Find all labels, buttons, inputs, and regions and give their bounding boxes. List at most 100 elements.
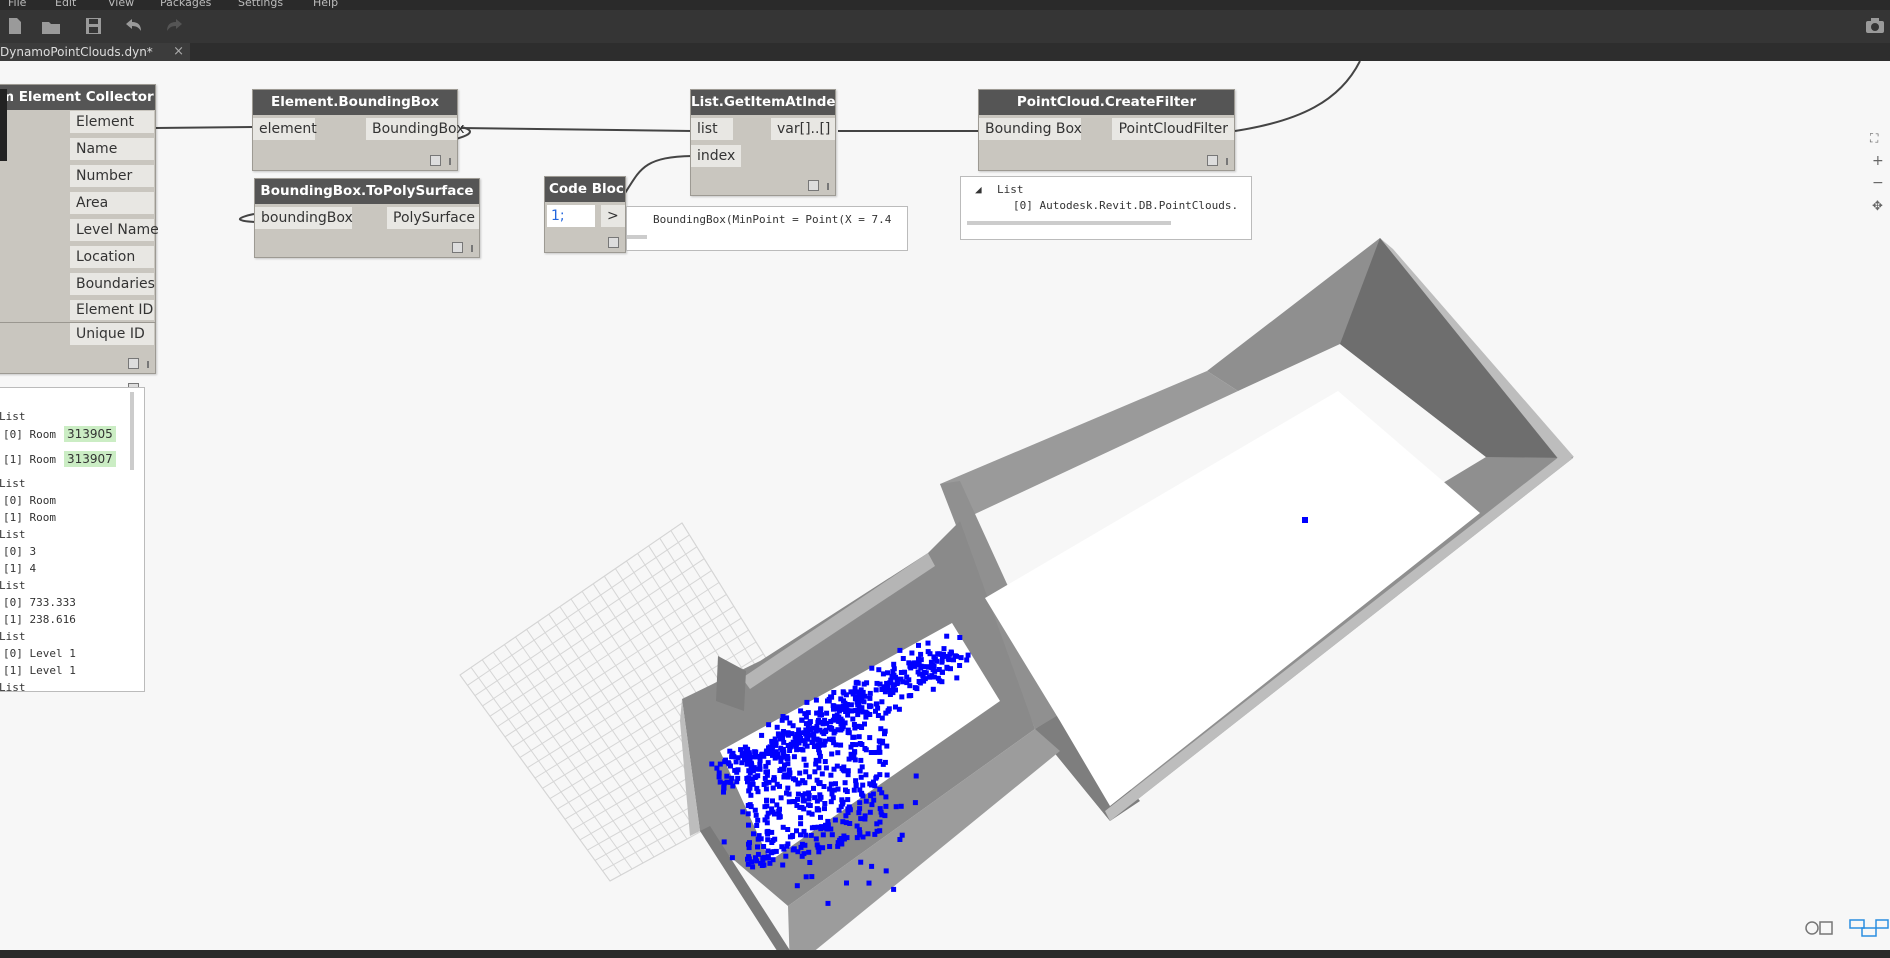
- point-cloud-point: [785, 761, 791, 767]
- node-room-element-collector[interactable]: Room Element Collector Element Name Numb…: [0, 84, 159, 394]
- new-file-icon[interactable]: [4, 15, 26, 37]
- point-cloud-point: [948, 649, 954, 655]
- output-port-code[interactable]: >: [601, 205, 625, 227]
- close-tab-icon[interactable]: ×: [173, 43, 184, 61]
- point-cloud-point: [814, 842, 820, 848]
- graph-view-icon[interactable]: [1849, 919, 1889, 937]
- point-cloud-point: [750, 864, 756, 870]
- preview-getitem[interactable]: BoundingBox(MinPoint = Point(X = 7.4: [626, 206, 908, 251]
- point-cloud-point: [913, 773, 919, 779]
- node-element-boundingbox[interactable]: Element.BoundingBox element BoundingBox: [252, 89, 464, 171]
- point-cloud-point: [863, 772, 869, 778]
- input-port-element[interactable]: element: [253, 118, 317, 140]
- input-port-boundingbox[interactable]: boundingBox: [255, 207, 353, 229]
- element-id-badge[interactable]: 313905: [63, 426, 116, 442]
- point-cloud-point: [784, 715, 790, 721]
- point-cloud-point: [964, 657, 970, 663]
- code-block-editor[interactable]: 1;: [547, 205, 595, 227]
- point-cloud-point: [766, 745, 771, 751]
- menu-settings[interactable]: Settings: [238, 0, 283, 9]
- point-cloud-point: [754, 823, 760, 828]
- point-cloud-point: [897, 647, 903, 653]
- point-cloud-point: [757, 766, 763, 772]
- output-port-area[interactable]: Area: [70, 192, 154, 214]
- point-cloud-point: [876, 667, 882, 673]
- node-code-block[interactable]: Code Block 1; >: [544, 176, 626, 253]
- preview-scrollbar[interactable]: [967, 221, 1171, 225]
- output-port-number[interactable]: Number: [70, 165, 154, 187]
- output-port-var[interactable]: var[]..[]: [771, 118, 835, 140]
- element-id-badge[interactable]: 313907: [63, 451, 116, 467]
- point-cloud-point: [714, 765, 720, 771]
- node-pointcloud-createfilter[interactable]: PointCloud.CreateFilter Bounding Box Poi…: [978, 89, 1235, 171]
- menu-help[interactable]: Help: [313, 0, 338, 9]
- menu-file[interactable]: File: [8, 0, 26, 9]
- point-cloud-point: [780, 862, 786, 868]
- open-file-icon[interactable]: [40, 15, 62, 37]
- input-port-bounding-box[interactable]: Bounding Box: [979, 118, 1082, 140]
- output-port-boundaries[interactable]: Boundaries: [70, 273, 155, 295]
- output-port-location[interactable]: Location: [70, 246, 154, 268]
- output-port-element-id[interactable]: Element ID: [70, 300, 154, 320]
- point-cloud-point: [817, 738, 823, 744]
- point-cloud-point: [888, 688, 894, 693]
- zoom-out-icon[interactable]: −: [1872, 175, 1884, 191]
- undo-icon[interactable]: [122, 15, 144, 37]
- zoom-in-icon[interactable]: +: [1872, 153, 1884, 169]
- output-port-element[interactable]: Element: [70, 111, 154, 133]
- point-cloud-point: [862, 746, 868, 751]
- save-icon[interactable]: [82, 15, 104, 37]
- point-cloud-point: [764, 798, 769, 803]
- preview-tree-toggle-icon[interactable]: ◢: [975, 183, 982, 196]
- point-cloud-point: [833, 742, 839, 748]
- point-cloud-point: [811, 824, 817, 830]
- output-port-unique-id[interactable]: Unique ID: [70, 323, 154, 345]
- point-cloud-point: [780, 824, 786, 830]
- node-title: Code Block: [545, 177, 625, 202]
- node-boundingbox-topolysurface[interactable]: BoundingBox.ToPolySurface boundingBox Po…: [254, 178, 480, 258]
- preview-line-text: [0] Room: [3, 428, 56, 441]
- point-cloud-point: [735, 755, 741, 761]
- point-cloud-point: [879, 699, 885, 705]
- node-state-icon: [128, 358, 139, 369]
- preview-createfilter[interactable]: ◢ List [0] Autodesk.Revit.DB.PointClouds…: [960, 176, 1252, 240]
- preview-room-collector[interactable]: List [0] Room 313905 [1] Room 313907 List [0] …: [0, 387, 145, 694]
- tab-dynamo-point-clouds[interactable]: DynamoPointClouds.dyn* ×: [0, 43, 190, 61]
- preview-line: [1] Room: [3, 511, 56, 524]
- input-port-list[interactable]: list: [691, 118, 733, 140]
- workspace-canvas[interactable]: Room Element Collector Element Name Numb…: [0, 61, 1890, 950]
- point-cloud-point: [761, 782, 767, 787]
- pan-icon[interactable]: ✥: [1872, 199, 1883, 214]
- node-title: PointCloud.CreateFilter: [979, 90, 1234, 115]
- point-cloud-point: [786, 767, 792, 773]
- point-cloud-point: [918, 651, 924, 657]
- point-cloud-point: [795, 791, 801, 797]
- preview-line: List: [0, 477, 26, 490]
- point-cloud-point: [838, 804, 844, 810]
- preview-line-text: [0] Room: [3, 494, 56, 507]
- output-port-polysurface[interactable]: PolySurface: [387, 207, 479, 229]
- zoom-fit-icon[interactable]: ⛶: [1870, 131, 1878, 146]
- point-cloud-point: [865, 831, 871, 837]
- node-list-getitematindex[interactable]: List.GetItemAtIndex list index var[]..[]: [690, 89, 836, 196]
- output-port-name[interactable]: Name: [70, 138, 154, 160]
- output-port-pointcloudfilter[interactable]: PointCloudFilter: [1112, 118, 1234, 140]
- point-cloud-point: [850, 691, 856, 697]
- point-cloud-point: [873, 687, 879, 693]
- preview-scrollbar[interactable]: [627, 235, 647, 239]
- redo-icon[interactable]: [164, 15, 186, 37]
- point-cloud-point: [783, 853, 789, 859]
- output-port-boundingbox[interactable]: BoundingBox: [366, 118, 464, 140]
- preview-scrollbar[interactable]: [130, 392, 134, 470]
- collector-side-handle[interactable]: [0, 89, 7, 161]
- camera-icon[interactable]: [1864, 15, 1886, 37]
- point-cloud-point: [740, 753, 746, 759]
- menu-edit[interactable]: Edit: [55, 0, 76, 9]
- menu-packages[interactable]: Packages: [160, 0, 211, 9]
- menu-view[interactable]: View: [108, 0, 134, 9]
- output-port-level-name[interactable]: Level Name: [70, 219, 159, 241]
- point-cloud-point: [897, 837, 903, 842]
- point-cloud-point: [799, 805, 805, 810]
- input-port-index[interactable]: index: [691, 145, 741, 167]
- background-preview-icon[interactable]: [1805, 921, 1833, 935]
